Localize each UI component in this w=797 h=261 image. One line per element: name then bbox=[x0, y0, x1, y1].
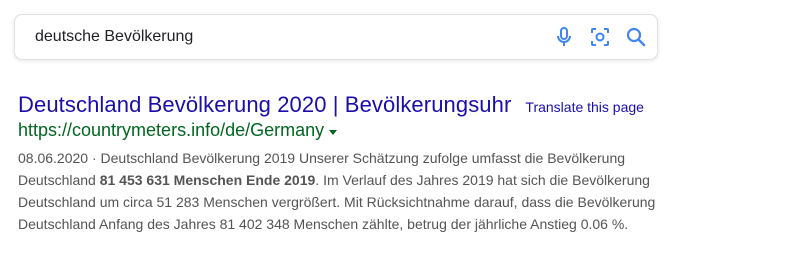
search-input[interactable] bbox=[35, 15, 535, 59]
snippet-text: Deutschland bbox=[18, 172, 100, 188]
snippet-line: Deutschland um circa 51 283 Menschen ver… bbox=[18, 194, 656, 210]
snippet-line: 08.06.2020 · Deutschland Bevölkerung 201… bbox=[18, 150, 626, 166]
url-dropdown-caret-icon[interactable] bbox=[329, 129, 338, 135]
result-title-row: Deutschland Bevölkerung 2020 | Bevölkeru… bbox=[18, 92, 788, 118]
lens-icon[interactable] bbox=[589, 26, 611, 48]
search-result: Deutschland Bevölkerung 2020 | Bevölkeru… bbox=[18, 92, 788, 235]
result-snippet: 08.06.2020 · Deutschland Bevölkerung 201… bbox=[18, 147, 788, 235]
microphone-icon[interactable] bbox=[553, 26, 575, 48]
snippet-text: . Im Verlauf des Jahres 2019 hat sich di… bbox=[315, 172, 650, 188]
search-icons bbox=[553, 15, 647, 59]
result-url[interactable]: https://countrymeters.info/de/Germany bbox=[18, 120, 324, 141]
translate-link[interactable]: Translate this page bbox=[525, 99, 644, 115]
search-bar bbox=[14, 14, 658, 60]
snippet-line: Deutschland Anfang des Jahres 81 402 348… bbox=[18, 216, 629, 232]
search-icon[interactable] bbox=[625, 26, 647, 48]
snippet-line: Deutschland 81 453 631 Menschen Ende 201… bbox=[18, 169, 788, 191]
result-url-row: https://countrymeters.info/de/Germany bbox=[18, 120, 788, 141]
result-title-link[interactable]: Deutschland Bevölkerung 2020 | Bevölkeru… bbox=[18, 92, 511, 118]
snippet-highlight: 81 453 631 Menschen Ende 2019 bbox=[99, 172, 316, 188]
